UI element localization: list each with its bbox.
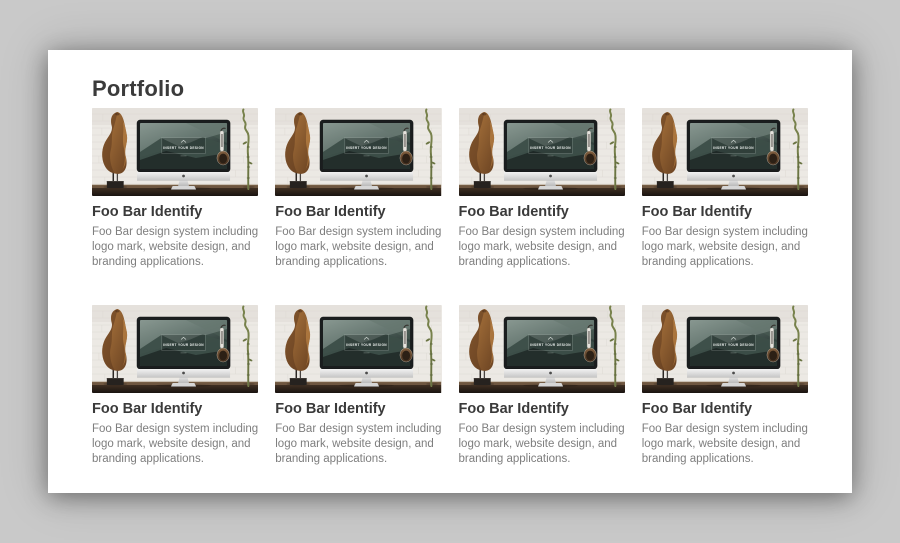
portfolio-card[interactable]: Foo Bar Identify Foo Bar design system i… — [275, 305, 441, 467]
project-description: Foo Bar design system including logo mar… — [642, 225, 808, 270]
imac-mockup-image — [642, 108, 808, 196]
imac-mockup-image — [275, 305, 441, 393]
page-title: Portfolio — [92, 78, 808, 99]
project-thumbnail[interactable] — [275, 305, 441, 393]
content-panel: Portfolio Foo Bar Identify Foo Bar desig… — [48, 50, 852, 493]
portfolio-card[interactable]: Foo Bar Identify Foo Bar design system i… — [642, 108, 808, 270]
project-description: Foo Bar design system including logo mar… — [642, 422, 808, 467]
imac-mockup-image — [459, 108, 625, 196]
portfolio-card[interactable]: Foo Bar Identify Foo Bar design system i… — [459, 305, 625, 467]
project-thumbnail[interactable] — [459, 305, 625, 393]
project-thumbnail[interactable] — [275, 108, 441, 196]
project-description: Foo Bar design system including logo mar… — [459, 225, 625, 270]
imac-mockup-image — [459, 305, 625, 393]
project-title: Foo Bar Identify — [459, 204, 625, 220]
portfolio-card[interactable]: Foo Bar Identify Foo Bar design system i… — [92, 305, 258, 467]
portfolio-card[interactable]: Foo Bar Identify Foo Bar design system i… — [459, 108, 625, 270]
portfolio-grid: Foo Bar Identify Foo Bar design system i… — [92, 108, 808, 467]
imac-mockup-image — [275, 108, 441, 196]
project-thumbnail[interactable] — [642, 108, 808, 196]
project-title: Foo Bar Identify — [642, 401, 808, 417]
project-description: Foo Bar design system including logo mar… — [275, 225, 441, 270]
project-thumbnail[interactable] — [92, 305, 258, 393]
project-thumbnail[interactable] — [459, 108, 625, 196]
project-description: Foo Bar design system including logo mar… — [92, 422, 258, 467]
imac-mockup-image — [92, 108, 258, 196]
imac-mockup-image — [92, 305, 258, 393]
project-description: Foo Bar design system including logo mar… — [459, 422, 625, 467]
project-title: Foo Bar Identify — [92, 401, 258, 417]
project-title: Foo Bar Identify — [275, 204, 441, 220]
portfolio-card[interactable]: Foo Bar Identify Foo Bar design system i… — [92, 108, 258, 270]
imac-mockup-image — [642, 305, 808, 393]
project-thumbnail[interactable] — [642, 305, 808, 393]
portfolio-card[interactable]: Foo Bar Identify Foo Bar design system i… — [275, 108, 441, 270]
project-title: Foo Bar Identify — [459, 401, 625, 417]
project-title: Foo Bar Identify — [642, 204, 808, 220]
project-thumbnail[interactable] — [92, 108, 258, 196]
project-description: Foo Bar design system including logo mar… — [92, 225, 258, 270]
portfolio-card[interactable]: Foo Bar Identify Foo Bar design system i… — [642, 305, 808, 467]
project-title: Foo Bar Identify — [92, 204, 258, 220]
project-description: Foo Bar design system including logo mar… — [275, 422, 441, 467]
project-title: Foo Bar Identify — [275, 401, 441, 417]
